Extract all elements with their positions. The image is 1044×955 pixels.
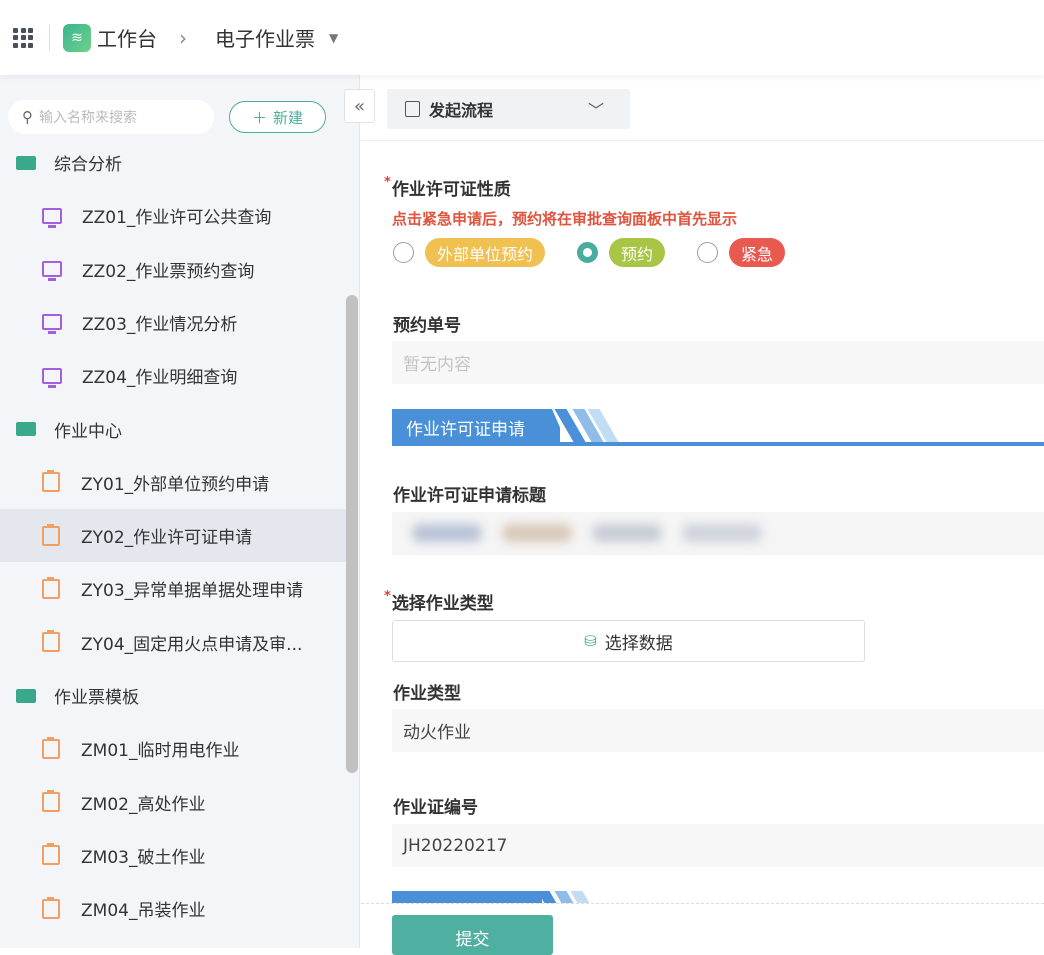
folder-label: 作业中心 bbox=[54, 421, 122, 442]
select-data-button[interactable]: ⛁ 选择数据 bbox=[392, 620, 865, 662]
main-content: 发起流程 ﹀ *作业许可证性质 点击紧急申请后，预约将在审批查询面板中首先显示 外… bbox=[361, 75, 1044, 955]
cert-no-label: 作业证编号 bbox=[393, 798, 478, 818]
monitor-chart-icon bbox=[42, 261, 62, 282]
sidebar-item[interactable]: ZY04_固定用火点申请及审... bbox=[0, 616, 346, 669]
folder-icon bbox=[16, 688, 36, 703]
divider bbox=[49, 24, 50, 51]
sidebar-item-label: ZZ04_作业明细查询 bbox=[82, 368, 238, 389]
section-header-partial bbox=[392, 891, 1044, 903]
chevron-down-icon: ﹀ bbox=[587, 101, 604, 120]
sidebar-item-label: ZM01_临时用电作业 bbox=[81, 741, 240, 762]
monitor-chart-icon bbox=[42, 367, 62, 388]
document-icon bbox=[405, 101, 420, 117]
nature-option-tag[interactable]: 紧急 bbox=[729, 238, 786, 267]
reservation-no-label: 预约单号 bbox=[393, 316, 461, 336]
clipboard-icon bbox=[42, 843, 60, 866]
sidebar: ⚲ 输入名称来搜索 ＋ 新建 综合分析 ZZ01_作业许可公共查询 ZZ02_作业票预约… bbox=[0, 75, 360, 948]
start-flow-label: 发起流程 bbox=[429, 101, 494, 120]
divider bbox=[361, 140, 1044, 141]
sidebar-item[interactable]: ZY02_作业许可证申请 bbox=[0, 509, 346, 563]
sidebar-item-label: ZY02_作业许可证申请 bbox=[81, 528, 253, 549]
sidebar-scrollbar[interactable] bbox=[346, 295, 358, 773]
sidebar-item-label: ZM03_破土作业 bbox=[81, 847, 206, 868]
clipboard-icon bbox=[42, 896, 60, 919]
sidebar-item[interactable]: ZM01_临时用电作业 bbox=[0, 722, 346, 775]
sidebar-item[interactable]: ZM04_吊装作业 bbox=[0, 882, 346, 935]
sidebar-folder[interactable]: 作业票模板 bbox=[0, 669, 346, 722]
cert-no-field: JH20220217 bbox=[392, 824, 1044, 867]
plus-icon: ＋ bbox=[251, 108, 267, 127]
sidebar-item-label: ZM04_吊装作业 bbox=[81, 901, 206, 922]
apps-grid-icon[interactable] bbox=[13, 27, 33, 48]
section-title: 作业许可证申请 bbox=[392, 409, 560, 446]
clipboard-icon bbox=[42, 523, 60, 546]
start-flow-dropdown[interactable]: 发起流程 ﹀ bbox=[387, 89, 630, 129]
title-input[interactable] bbox=[392, 512, 1044, 555]
work-type-label: 作业类型 bbox=[393, 684, 461, 704]
divider bbox=[361, 903, 1044, 904]
nature-radio-group: 外部单位预约 预约 紧急 bbox=[393, 238, 817, 267]
workbench-logo-icon: ≋ bbox=[63, 23, 91, 52]
sidebar-item-label: ZZ01_作业许可公共查询 bbox=[82, 208, 272, 229]
sidebar-item-label: ZZ02_作业票预约查询 bbox=[82, 261, 255, 282]
sidebar-item[interactable]: ZZ04_作业明细查询 bbox=[0, 349, 346, 402]
sidebar-item-label: ZY04_固定用火点申请及审... bbox=[81, 634, 303, 655]
sidebar-folder[interactable]: 综合分析 bbox=[0, 136, 346, 189]
breadcrumb-workbench[interactable]: 工作台 bbox=[97, 23, 157, 52]
sidebar-item[interactable]: ZY01_外部单位预约申请 bbox=[0, 456, 346, 509]
select-data-label: 选择数据 bbox=[604, 633, 673, 654]
nature-hint: 点击紧急申请后，预约将在审批查询面板中首先显示 bbox=[392, 210, 738, 228]
caret-down-icon[interactable]: ▼ bbox=[329, 31, 338, 45]
title-label: 作业许可证申请标题 bbox=[393, 486, 546, 506]
clipboard-icon bbox=[42, 630, 60, 653]
submit-button[interactable]: 提交 bbox=[392, 915, 553, 955]
monitor-chart-icon bbox=[42, 207, 62, 228]
nature-label: *作业许可证性质 bbox=[384, 175, 511, 200]
folder-label: 综合分析 bbox=[54, 155, 122, 175]
sidebar-item[interactable]: ZZ02_作业票预约查询 bbox=[0, 243, 346, 296]
clipboard-icon bbox=[42, 790, 60, 813]
new-button[interactable]: ＋ 新建 bbox=[229, 101, 326, 133]
section-header: 作业许可证申请 bbox=[392, 409, 1044, 446]
work-type-field: 动火作业 bbox=[392, 709, 1044, 752]
folder-label: 作业票模板 bbox=[54, 688, 139, 708]
chevron-right-icon: › bbox=[179, 25, 187, 50]
search-input[interactable]: ⚲ 输入名称来搜索 bbox=[8, 100, 214, 134]
folder-icon bbox=[16, 155, 36, 170]
nature-option-tag[interactable]: 预约 bbox=[609, 238, 666, 267]
clipboard-icon bbox=[42, 470, 60, 493]
sidebar-item-label: ZM02_高处作业 bbox=[81, 794, 206, 815]
new-label: 新建 bbox=[273, 108, 304, 127]
monitor-chart-icon bbox=[42, 314, 62, 335]
search-icon: ⚲ bbox=[22, 108, 33, 126]
sidebar-item[interactable]: ZM02_高处作业 bbox=[0, 776, 346, 829]
clipboard-icon bbox=[42, 736, 60, 759]
nature-option-tag[interactable]: 外部单位预约 bbox=[425, 238, 546, 267]
sidebar-item[interactable]: ZZ01_作业许可公共查询 bbox=[0, 189, 346, 242]
nature-radio[interactable] bbox=[697, 242, 719, 263]
sidebar-item[interactable]: ZM03_破土作业 bbox=[0, 829, 346, 882]
folder-icon bbox=[16, 422, 36, 436]
select-type-label: *选择作业类型 bbox=[384, 589, 494, 614]
search-placeholder: 输入名称来搜索 bbox=[39, 110, 137, 126]
sidebar-item-label: ZZ03_作业情况分析 bbox=[82, 314, 238, 335]
nature-radio[interactable] bbox=[577, 242, 599, 263]
clipboard-icon bbox=[42, 576, 60, 599]
sidebar-item[interactable]: ZY03_异常单据单据处理申请 bbox=[0, 562, 346, 615]
database-icon: ⛁ bbox=[584, 632, 597, 650]
sidebar-item[interactable]: ZZ03_作业情况分析 bbox=[0, 296, 346, 349]
nature-radio[interactable] bbox=[393, 242, 414, 263]
collapse-sidebar-button[interactable]: « bbox=[344, 89, 375, 123]
breadcrumb-current-app[interactable]: 电子作业票 bbox=[215, 23, 315, 52]
sidebar-item-label: ZY01_外部单位预约申请 bbox=[81, 474, 270, 495]
sidebar-folder[interactable]: 作业中心 bbox=[0, 403, 346, 456]
reservation-no-field: 暂无内容 bbox=[392, 341, 1044, 384]
top-bar: ≋ 工作台 › 电子作业票 ▼ bbox=[0, 0, 1044, 75]
sidebar-item-label: ZY03_异常单据单据处理申请 bbox=[81, 581, 304, 602]
